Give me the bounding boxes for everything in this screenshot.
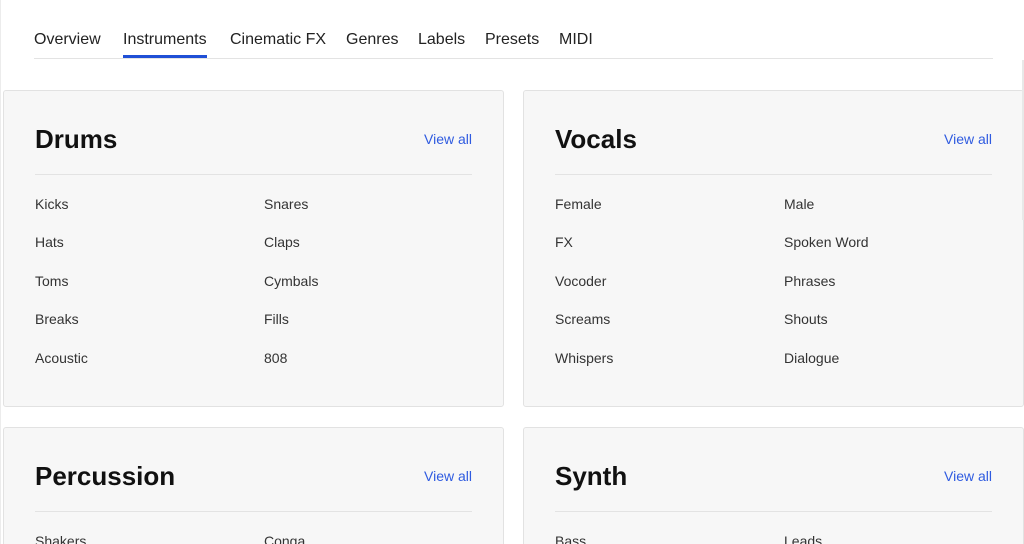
subcategory-link[interactable]: Spoken Word bbox=[784, 233, 869, 251]
tab-labels[interactable]: Labels bbox=[418, 30, 465, 58]
subcategory-link[interactable]: Shouts bbox=[784, 310, 828, 328]
card-title: Synth bbox=[555, 461, 628, 491]
subcategory-link[interactable]: Snares bbox=[264, 195, 308, 213]
card-title: Percussion bbox=[35, 461, 176, 491]
subcategory-link[interactable]: Dialogue bbox=[784, 349, 839, 367]
category-card-drums: Drums View all Kicks Snares Hats Claps T… bbox=[3, 90, 504, 407]
subcategory-link[interactable]: Fills bbox=[264, 310, 289, 328]
subcategory-link[interactable]: FX bbox=[555, 233, 573, 251]
subcategory-link[interactable]: Screams bbox=[555, 310, 610, 328]
category-tabs: Overview Instruments Cinematic FX Genres… bbox=[34, 0, 993, 59]
subcategory-link[interactable]: Toms bbox=[35, 272, 68, 290]
tab-instruments[interactable]: Instruments bbox=[123, 30, 207, 58]
card-divider bbox=[555, 511, 992, 512]
card-divider bbox=[35, 174, 472, 175]
card-title: Drums bbox=[35, 124, 118, 154]
subcategory-link[interactable]: Claps bbox=[264, 233, 300, 251]
view-all-link[interactable]: View all bbox=[424, 467, 472, 485]
subcategory-link[interactable]: Bass bbox=[555, 532, 586, 544]
subcategory-link[interactable]: Male bbox=[784, 195, 814, 213]
tab-overview[interactable]: Overview bbox=[34, 30, 101, 58]
card-divider bbox=[555, 174, 992, 175]
subcategory-link[interactable]: Hats bbox=[35, 233, 64, 251]
subcategory-link[interactable]: Leads bbox=[784, 532, 822, 544]
subcategory-link[interactable]: Kicks bbox=[35, 195, 68, 213]
subcategory-link[interactable]: Female bbox=[555, 195, 602, 213]
tab-midi[interactable]: MIDI bbox=[559, 30, 593, 58]
view-all-link[interactable]: View all bbox=[944, 467, 992, 485]
view-all-link[interactable]: View all bbox=[424, 130, 472, 148]
subcategory-link[interactable]: Shakers bbox=[35, 532, 86, 544]
page: Overview Instruments Cinematic FX Genres… bbox=[0, 0, 1024, 544]
tab-cinematic-fx[interactable]: Cinematic FX bbox=[230, 30, 326, 58]
tab-presets[interactable]: Presets bbox=[485, 30, 539, 58]
card-title: Vocals bbox=[555, 124, 637, 154]
subcategory-link[interactable]: Vocoder bbox=[555, 272, 606, 290]
category-card-synth: Synth View all Bass Leads bbox=[523, 427, 1024, 544]
category-card-percussion: Percussion View all Shakers Conga bbox=[3, 427, 504, 544]
category-card-vocals: Vocals View all Female Male FX Spoken Wo… bbox=[523, 90, 1024, 407]
subcategory-link[interactable]: Phrases bbox=[784, 272, 835, 290]
subcategory-link[interactable]: Whispers bbox=[555, 349, 613, 367]
card-divider bbox=[35, 511, 472, 512]
view-all-link[interactable]: View all bbox=[944, 130, 992, 148]
subcategory-link[interactable]: Cymbals bbox=[264, 272, 318, 290]
subcategory-link[interactable]: Conga bbox=[264, 532, 305, 544]
subcategory-link[interactable]: Acoustic bbox=[35, 349, 88, 367]
subcategory-link[interactable]: Breaks bbox=[35, 310, 79, 328]
tab-genres[interactable]: Genres bbox=[346, 30, 398, 58]
subcategory-link[interactable]: 808 bbox=[264, 349, 287, 367]
